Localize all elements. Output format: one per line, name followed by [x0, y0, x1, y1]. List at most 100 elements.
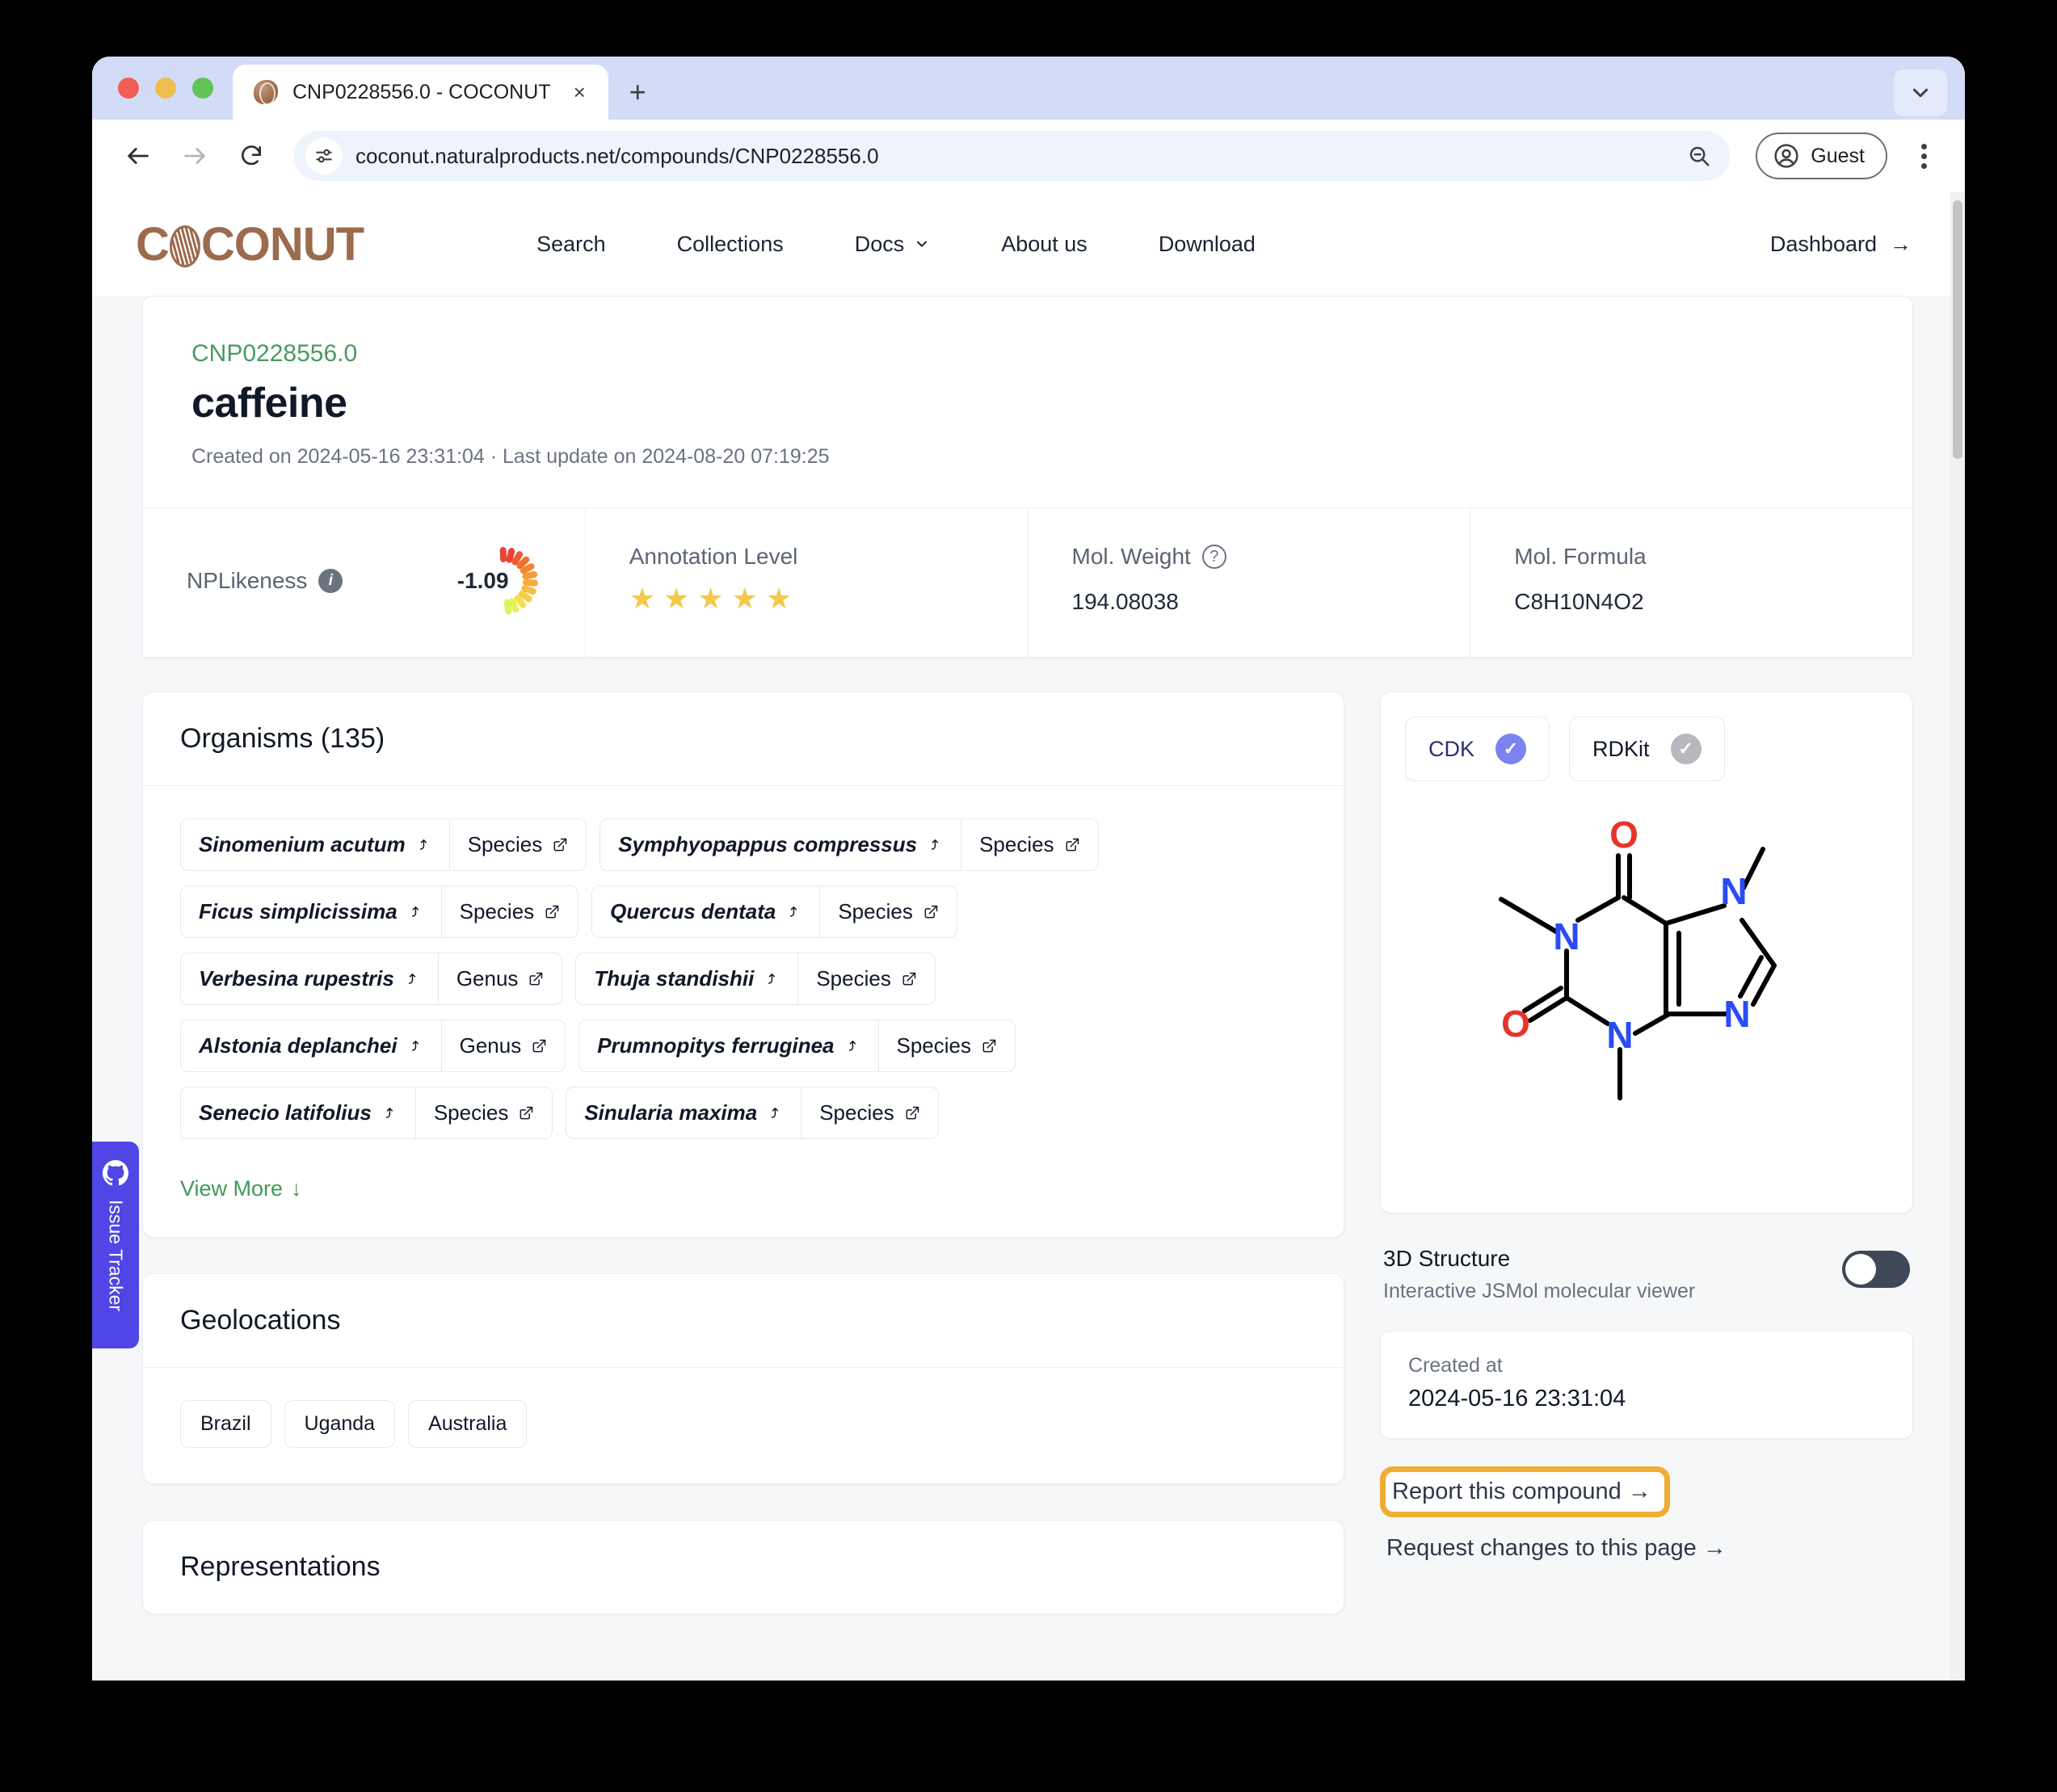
coconut-seed-icon: [169, 225, 200, 267]
info-icon[interactable]: i: [318, 569, 343, 593]
nav-search[interactable]: Search: [501, 224, 641, 265]
left-column: Organisms (135) Sinomenium acutum Specie…: [142, 692, 1344, 1650]
nav-download[interactable]: Download: [1123, 224, 1291, 265]
external-link-icon: [520, 1106, 533, 1119]
issue-tracker-tab[interactable]: Issue Tracker: [92, 1142, 139, 1348]
organism-name: Verbesina rupestris: [199, 966, 394, 991]
organisms-body: Sinomenium acutum Species Symphyopappus …: [143, 786, 1344, 1237]
close-window-button[interactable]: [118, 78, 139, 99]
arrow-up-curve-icon: [848, 1040, 856, 1051]
organism-rank: Species: [459, 899, 535, 923]
organism-name-button[interactable]: Symphyopappus compressus: [600, 819, 961, 870]
nav-collections[interactable]: Collections: [641, 224, 819, 265]
page-viewport: C CONUT Search Collections Docs About us …: [92, 192, 1965, 1681]
new-tab-button[interactable]: +: [629, 78, 646, 107]
back-button[interactable]: [113, 131, 163, 181]
organism-rank: Species: [838, 899, 913, 923]
github-icon: [102, 1159, 128, 1186]
site-settings-icon[interactable]: [305, 137, 343, 175]
issue-tracker-label: Issue Tracker: [105, 1200, 127, 1312]
toolkit-selector: CDK ✓ RDKit ✓: [1405, 717, 1888, 781]
coconut-favicon: [254, 80, 278, 104]
minimize-window-button[interactable]: [155, 78, 176, 99]
organism-name-button[interactable]: Alstonia deplanchei: [181, 1020, 441, 1071]
site-header: C CONUT Search Collections Docs About us …: [92, 192, 1965, 296]
geolocation-chip[interactable]: Brazil: [180, 1400, 271, 1448]
organism-name-button[interactable]: Ficus simplicissima: [181, 886, 441, 937]
nav-docs[interactable]: Docs: [819, 224, 966, 265]
organism-rank-link[interactable]: Genus: [437, 953, 562, 1004]
reload-icon: [242, 145, 261, 166]
chevron-down-icon: [1913, 88, 1928, 98]
browser-tab[interactable]: CNP0228556.0 - COCONUT ×: [233, 65, 608, 120]
stat-mol-weight: Mol. Weight ? 194.08038: [1027, 508, 1470, 657]
mol-weight-value: 194.08038: [1071, 589, 1179, 614]
three-d-toggle[interactable]: [1842, 1251, 1910, 1288]
organism-rank-link[interactable]: Species: [797, 953, 934, 1004]
maximize-window-button[interactable]: [192, 78, 213, 99]
geolocation-chip[interactable]: Australia: [408, 1400, 528, 1448]
star-icon: ★: [765, 582, 793, 615]
geolocation-chip[interactable]: Uganda: [284, 1400, 396, 1448]
organism-name-button[interactable]: Senecio latifolius: [181, 1087, 415, 1138]
page-scrollbar[interactable]: [1950, 192, 1965, 1681]
created-at-value: 2024-05-16 23:31:04: [1408, 1386, 1626, 1411]
arrow-right-icon: →: [1890, 231, 1912, 256]
toolkit-rdkit-button[interactable]: RDKit ✓: [1569, 717, 1725, 781]
browser-tabstrip: CNP0228556.0 - COCONUT × +: [92, 57, 1965, 120]
browser-menu-button[interactable]: [1902, 131, 1946, 181]
organism-chip: Verbesina rupestris Genus: [180, 953, 563, 1005]
back-arrow-icon: [128, 148, 149, 164]
report-compound-link[interactable]: Report this compound →: [1392, 1479, 1651, 1504]
organism-rank: Species: [433, 1100, 509, 1125]
arrow-up-curve-icon: [768, 973, 776, 984]
geolocations-body: Brazil Uganda Australia: [143, 1368, 1344, 1483]
check-icon: ✓: [1670, 734, 1702, 764]
reload-button[interactable]: [226, 131, 276, 181]
compound-header: CNP0228556.0 caffeine Created on 2024-05…: [143, 297, 1912, 507]
external-link-icon: [545, 905, 559, 918]
coconut-logo[interactable]: C CONUT: [136, 217, 364, 271]
organism-name: Ficus simplicissima: [199, 899, 398, 923]
organism-rank-link[interactable]: Species: [440, 886, 578, 937]
close-tab-button[interactable]: ×: [566, 77, 594, 107]
arrow-up-curve-icon: [419, 839, 427, 850]
geolocation-chip-list: Brazil Uganda Australia: [180, 1400, 1306, 1448]
view-more-label: View More: [180, 1176, 284, 1201]
organism-rank-link[interactable]: Species: [414, 1087, 552, 1138]
organism-name-button[interactable]: Sinularia maxima: [566, 1087, 801, 1138]
toolkit-cdk-button[interactable]: CDK ✓: [1405, 717, 1550, 781]
tab-list-button[interactable]: [1894, 69, 1947, 116]
question-mark-icon[interactable]: ?: [1201, 545, 1226, 569]
organism-rank: Genus: [459, 1033, 522, 1058]
profile-button[interactable]: Guest: [1756, 133, 1887, 179]
view-more-button[interactable]: View More ↓: [180, 1176, 302, 1201]
organism-name-button[interactable]: Thuja standishii: [576, 953, 797, 1004]
organism-rank-link[interactable]: Species: [877, 1020, 1016, 1071]
organism-rank-link[interactable]: Species: [448, 819, 586, 870]
address-bar[interactable]: coconut.naturalproducts.net/compounds/CN…: [294, 131, 1731, 181]
organism-name-button[interactable]: Sinomenium acutum: [181, 819, 449, 870]
organism-rank: Species: [896, 1033, 972, 1058]
scrollbar-thumb[interactable]: [1953, 200, 1962, 459]
organism-rank-link[interactable]: Species: [819, 886, 957, 937]
nav-about-us[interactable]: About us: [965, 224, 1123, 265]
nplikeness-gauge: -1.09: [457, 544, 541, 618]
organism-name-button[interactable]: Prumnopitys ferruginea: [579, 1020, 877, 1071]
atom-label-N: N: [1553, 915, 1580, 957]
compound-id: CNP0228556.0: [191, 340, 358, 367]
representations-panel: Representations: [142, 1520, 1344, 1614]
organism-rank-link[interactable]: Species: [961, 819, 1097, 870]
organism-name-button[interactable]: Verbesina rupestris: [181, 953, 438, 1004]
organism-name: Sinomenium acutum: [199, 832, 406, 856]
request-changes-link[interactable]: Request changes to this page →: [1386, 1535, 1913, 1562]
organism-name-button[interactable]: Quercus dentata: [592, 886, 819, 937]
organism-chip: Sinomenium acutum Species: [180, 818, 587, 871]
magnifier-minus-icon: [1690, 146, 1710, 166]
zoom-out-icon[interactable]: [1676, 133, 1722, 179]
organism-rank-link[interactable]: Species: [801, 1087, 937, 1138]
organism-rank-link[interactable]: Genus: [440, 1020, 566, 1071]
dashboard-link[interactable]: Dashboard →: [1770, 232, 1912, 257]
arrow-up-curve-icon: [408, 973, 415, 984]
forward-button[interactable]: [170, 131, 220, 181]
